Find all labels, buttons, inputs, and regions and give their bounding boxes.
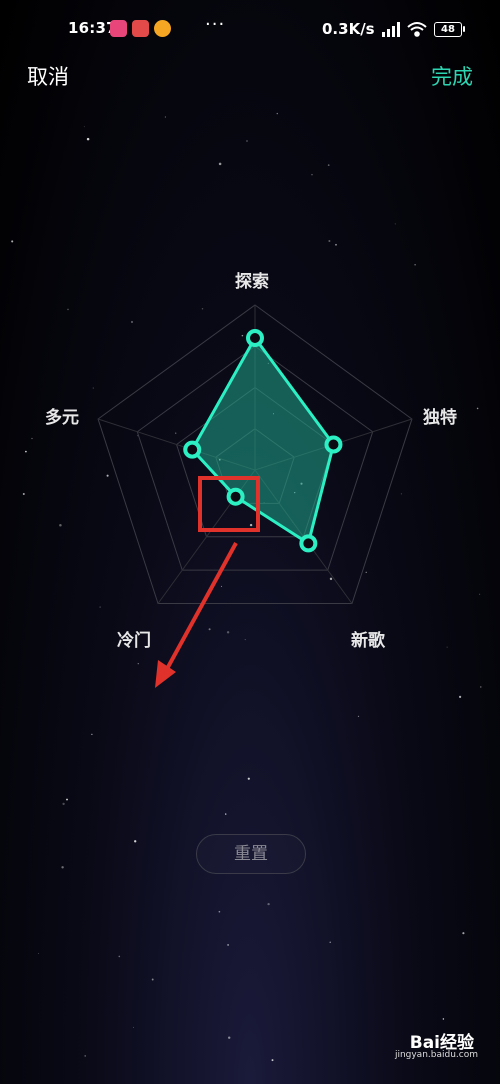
axis-label-diverse: 多元: [45, 408, 79, 428]
axis-label-explore: 探索: [235, 272, 269, 292]
annotation-overlay: [155, 476, 260, 688]
annotation-arrow-line: [160, 542, 238, 679]
axis-label-new-songs: 新歌: [351, 631, 385, 651]
watermark-url: jingyan.baidu.com: [394, 1050, 478, 1060]
radar-handle-explore[interactable]: [246, 329, 264, 347]
radar-handle-new-songs[interactable]: [299, 534, 318, 553]
radar-handle-diverse[interactable]: [183, 440, 202, 459]
radar-handle-niche[interactable]: [226, 487, 245, 506]
axis-label-unique: 独特: [423, 408, 457, 428]
taste-radar-chart[interactable]: [0, 0, 500, 1084]
annotation-arrow-head: [155, 660, 176, 688]
radar-value-polygon: [190, 336, 335, 545]
axis-label-niche: 冷门: [117, 631, 151, 651]
reset-button[interactable]: 重置: [196, 834, 306, 874]
radar-handle-unique[interactable]: [324, 435, 343, 454]
radar-area: [190, 336, 335, 545]
screen: 16:37 ··· 0.3K/s 48 取消 完成 探索 独特 新歌 冷门 多元…: [0, 0, 500, 1084]
